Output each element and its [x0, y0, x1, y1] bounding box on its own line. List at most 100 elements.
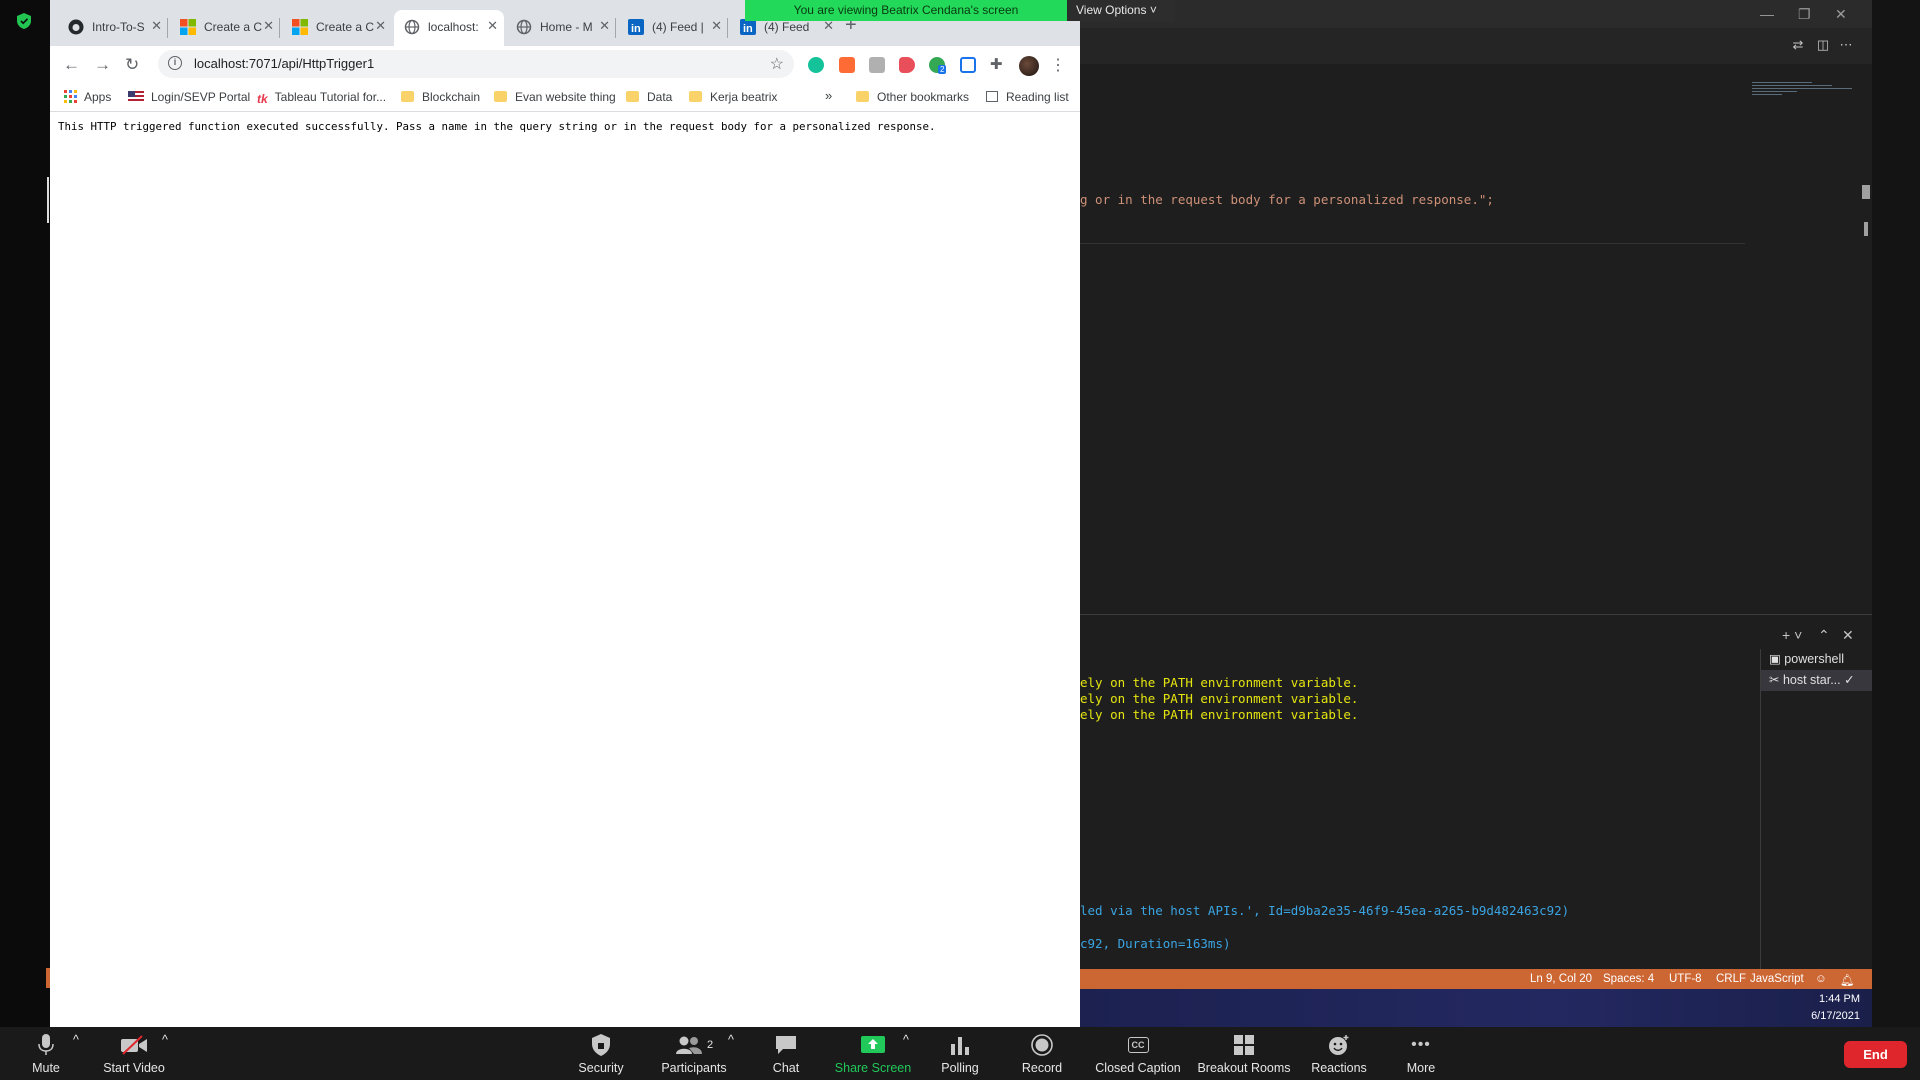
folder-icon — [689, 91, 702, 102]
browser-tab[interactable]: Intro-To-S ✕ — [58, 10, 168, 46]
reactions-button[interactable]: Reactions — [1308, 1033, 1370, 1075]
maximize-panel-icon[interactable]: ⌃ — [1818, 627, 1830, 644]
globe-icon — [404, 19, 420, 35]
url-text[interactable]: localhost:7071/api/HttpTrigger1 — [194, 56, 374, 71]
breakout-rooms-button[interactable]: Breakout Rooms — [1195, 1033, 1293, 1075]
reading-list[interactable]: Reading list — [986, 90, 1069, 104]
browser-tab[interactable]: Create a C ✕ — [282, 10, 392, 46]
extension-orange-icon[interactable] — [839, 57, 855, 73]
bookmark-evan-website[interactable]: Evan website thing — [494, 90, 616, 104]
breakout-rooms-icon — [1234, 1035, 1254, 1055]
bookmark-sevp[interactable]: Login/SEVP Portal — [128, 90, 250, 104]
encoding[interactable]: UTF-8 — [1669, 973, 1702, 985]
more-button[interactable]: ••• More — [1400, 1033, 1442, 1075]
tools-icon: ✂ — [1769, 673, 1783, 687]
end-meeting-button[interactable]: End — [1844, 1041, 1907, 1068]
extensions-puzzle-icon[interactable]: ✚ — [990, 55, 1003, 73]
close-tab-icon[interactable]: ✕ — [375, 18, 386, 34]
notifications-icon[interactable]: 🔔︎ — [1840, 973, 1855, 987]
reading-list-icon — [986, 91, 998, 102]
forward-icon[interactable]: → — [94, 55, 111, 75]
address-bar[interactable]: i localhost:7071/api/HttpTrigger1 ☆ — [158, 50, 794, 78]
minimize-icon[interactable]: — — [1760, 6, 1774, 22]
split-editor-icon[interactable]: ◫ — [1815, 37, 1831, 53]
browser-tab-active[interactable]: localhost: ✕ — [394, 10, 504, 46]
cc-icon: CC — [1127, 1037, 1149, 1053]
bookmark-tableau[interactable]: tk Tableau Tutorial for... — [257, 90, 386, 106]
bookmark-apps[interactable]: Apps — [64, 90, 111, 104]
check-icon: ✓ — [1840, 673, 1855, 687]
new-terminal-icon[interactable]: + ˅ — [1782, 627, 1802, 643]
editor-scroll-marker-2[interactable] — [1864, 222, 1868, 236]
vscode-title-bar: — ❐ ✕ — [1080, 0, 1872, 28]
bookmark-blockchain[interactable]: Blockchain — [401, 90, 480, 104]
record-button[interactable]: Record — [1016, 1033, 1068, 1075]
participants-button[interactable]: 2 Participants — [655, 1033, 733, 1075]
bookmark-data[interactable]: Data — [626, 90, 672, 104]
browser-tab[interactable]: Home - M ✕ — [506, 10, 616, 46]
close-icon[interactable]: ✕ — [1835, 6, 1847, 23]
polling-button[interactable]: Polling — [934, 1033, 986, 1075]
language-mode[interactable]: JavaScript — [1750, 973, 1804, 985]
share-screen-icon — [861, 1036, 885, 1053]
screen-capture-icon[interactable] — [960, 57, 976, 73]
video-options-caret[interactable]: ^ — [162, 1033, 168, 1047]
bookmarks-bar: Apps Login/SEVP Portal tk Tableau Tutoria… — [50, 84, 1080, 112]
participant-count: 2 — [706, 1039, 714, 1051]
start-video-button[interactable]: Start Video — [98, 1033, 170, 1075]
back-icon[interactable]: ← — [63, 55, 80, 75]
more-bookmarks-icon[interactable]: » — [825, 88, 832, 103]
window-edge-marker — [47, 177, 49, 223]
close-panel-icon[interactable]: ✕ — [1842, 627, 1854, 644]
terminal-item-powershell[interactable]: ▣ powershell — [1761, 649, 1872, 670]
menu-kebab-icon[interactable]: ⋮ — [1050, 55, 1066, 75]
close-tab-icon[interactable]: ✕ — [487, 18, 498, 34]
audio-options-caret[interactable]: ^ — [73, 1033, 79, 1047]
close-tab-icon[interactable]: ✕ — [711, 18, 722, 34]
close-tab-icon[interactable]: ✕ — [151, 18, 162, 34]
terminal-item-host-start[interactable]: ✂ host star... ✓ — [1761, 670, 1872, 691]
feedback-icon[interactable]: ☺ — [1815, 973, 1827, 985]
extension-red-icon[interactable] — [899, 57, 915, 73]
cursor-position[interactable]: Ln 9, Col 20 — [1530, 973, 1592, 985]
extension-gray-icon[interactable] — [869, 57, 885, 73]
browser-tab[interactable]: Create a C ✕ — [170, 10, 280, 46]
vscode-editor-toolbar: ⇄ ◫ ⋯ — [1080, 28, 1872, 64]
screen-share-banner: You are viewing Beatrix Cendana's screen — [745, 0, 1067, 21]
bookmark-kerja-beatrix[interactable]: Kerja beatrix — [689, 90, 777, 104]
svg-text:in: in — [743, 23, 753, 35]
folder-icon — [626, 91, 639, 102]
editor-scroll-marker[interactable] — [1862, 185, 1870, 199]
line-ending[interactable]: CRLF — [1716, 973, 1746, 985]
editor-divider — [1080, 243, 1745, 244]
minimap[interactable] — [1752, 82, 1860, 106]
left-dark-strip — [0, 0, 50, 1027]
share-options-caret[interactable]: ^ — [903, 1033, 909, 1047]
view-options-button[interactable]: View Options ˅ — [1067, 0, 1175, 21]
windows-taskbar: 1:44 PM 6/17/2021 — [1080, 989, 1872, 1027]
bookmark-star-icon[interactable]: ☆ — [770, 54, 784, 74]
other-bookmarks[interactable]: Other bookmarks — [856, 90, 969, 104]
vscode-window: — ❐ ✕ ⇄ ◫ ⋯ g or in the request body for… — [1080, 0, 1872, 1027]
compare-icon[interactable]: ⇄ — [1790, 37, 1806, 53]
extension-green-icon[interactable]: 2 — [929, 57, 947, 74]
chat-button[interactable]: Chat — [765, 1033, 807, 1075]
site-info-icon[interactable]: i — [168, 56, 182, 70]
security-button[interactable]: Security — [573, 1033, 629, 1075]
browser-tab[interactable]: in (4) Feed | ✕ — [618, 10, 728, 46]
close-tab-icon[interactable]: ✕ — [599, 18, 610, 34]
participants-options-caret[interactable]: ^ — [728, 1033, 734, 1047]
microsoft-icon — [180, 19, 196, 35]
grammarly-icon[interactable] — [808, 57, 824, 73]
profile-avatar[interactable] — [1019, 56, 1039, 76]
indentation[interactable]: Spaces: 4 — [1603, 973, 1654, 985]
more-actions-icon[interactable]: ⋯ — [1838, 37, 1854, 53]
closed-caption-button[interactable]: CC Closed Caption — [1090, 1033, 1186, 1075]
record-icon — [1031, 1034, 1053, 1056]
mute-button[interactable]: Mute — [22, 1033, 70, 1075]
close-tab-icon[interactable]: ✕ — [263, 18, 274, 34]
restore-icon[interactable]: ❐ — [1798, 6, 1811, 23]
reload-icon[interactable]: ↻ — [125, 55, 139, 75]
extension-badge: 2 — [938, 65, 947, 74]
folder-icon — [494, 91, 507, 102]
